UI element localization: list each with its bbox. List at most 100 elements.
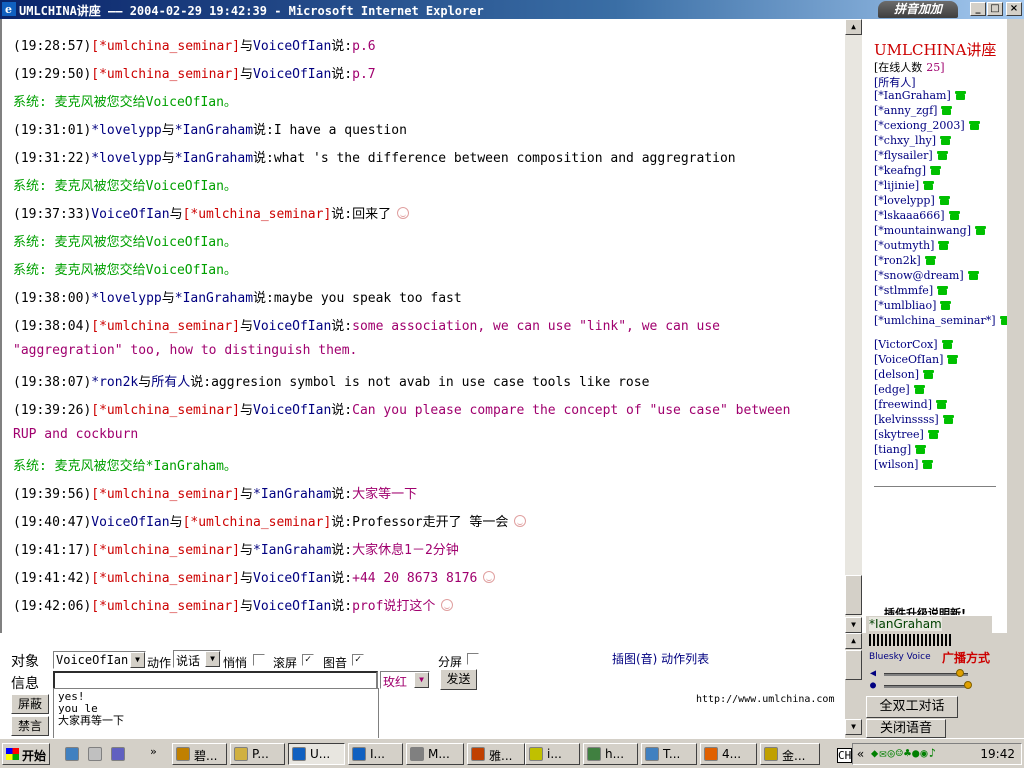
guest-item[interactable]: [kelvinssss] [874, 413, 1007, 428]
user-item[interactable]: [*ron2k] [874, 254, 1007, 269]
full-duplex-button[interactable]: 全双工对话 [866, 696, 958, 718]
mute-button[interactable]: 禁言 [11, 716, 49, 736]
message-sender[interactable]: [*umlchina_seminar] [91, 543, 240, 558]
guest-item[interactable]: [skytree] [874, 428, 1007, 443]
message-recipient[interactable]: [*umlchina_seminar] [183, 515, 332, 530]
scroll-checkbox[interactable]: ✓ [302, 654, 314, 666]
message-sender[interactable]: [*umlchina_seminar] [91, 39, 240, 54]
user-item[interactable]: [*umlchina_seminar*] [874, 314, 1007, 329]
tray-chevron-icon[interactable]: « [857, 747, 864, 761]
taskbar-button[interactable]: i... [525, 743, 580, 765]
block-button[interactable]: 屏蔽 [11, 694, 49, 714]
message-sender[interactable]: [*umlchina_seminar] [91, 67, 240, 82]
maximize-button[interactable]: □ [987, 2, 1003, 16]
history-item[interactable]: yes! [58, 691, 374, 703]
guest-item[interactable]: [tiang] [874, 443, 1007, 458]
site-url[interactable]: http://www.umlchina.com [696, 694, 834, 705]
message-sender[interactable]: *lovelypp [91, 123, 161, 138]
action-select[interactable]: 说话 ▼ [173, 650, 221, 668]
message-sender[interactable]: *lovelypp [91, 151, 161, 166]
scroll-down-icon[interactable]: ▼ [845, 617, 862, 633]
scroll-thumb[interactable] [845, 575, 862, 615]
user-item[interactable]: [*lijinie] [874, 179, 1007, 194]
guest-item[interactable]: [edge] [874, 383, 1007, 398]
close-button[interactable]: × [1006, 2, 1022, 16]
taskbar-button[interactable]: 4... [700, 743, 757, 765]
ie-quicklaunch-icon[interactable] [65, 747, 79, 761]
message-recipient[interactable]: 所有人 [151, 375, 190, 390]
message-sender[interactable]: [*umlchina_seminar] [91, 319, 240, 334]
user-item[interactable]: [*flysailer] [874, 149, 1007, 164]
message-sender[interactable]: [*umlchina_seminar] [91, 487, 240, 502]
message-recipient[interactable]: VoiceOfIan [253, 571, 331, 586]
user-item[interactable]: [*stlmmfe] [874, 284, 1007, 299]
message-recipient[interactable]: VoiceOfIan [253, 67, 331, 82]
chat-log[interactable]: (19:28:57)[*umlchina_seminar]与VoiceOfIan… [0, 19, 845, 633]
whisper-checkbox[interactable] [253, 654, 265, 666]
split-checkbox[interactable] [467, 653, 479, 665]
message-sender[interactable]: VoiceOfIan [91, 515, 169, 530]
user-item[interactable]: [*IanGraham] [874, 89, 1007, 104]
message-recipient[interactable]: VoiceOfIan [253, 39, 331, 54]
scroll-up-icon[interactable]: ▲ [845, 633, 862, 649]
scroll-down-icon[interactable]: ▼ [845, 719, 862, 735]
target-select[interactable]: VoiceOfIan ▼ [53, 651, 146, 669]
image-checkbox[interactable]: ✓ [352, 654, 364, 666]
taskbar-button[interactable]: 金... [760, 743, 820, 765]
message-recipient[interactable]: *IanGraham [253, 543, 331, 558]
ime-badge[interactable]: 拼音加加 [878, 1, 958, 18]
user-item[interactable]: [*chxy_lhy] [874, 134, 1007, 149]
message-recipient[interactable]: VoiceOfIan [253, 599, 331, 614]
user-item[interactable]: [*mountainwang] [874, 224, 1007, 239]
message-sender[interactable]: *lovelypp [91, 291, 161, 306]
user-item[interactable]: [*lovelypp] [874, 194, 1007, 209]
user-item[interactable]: [*lskaaa666] [874, 209, 1007, 224]
user-item[interactable]: [*umlbliao] [874, 299, 1007, 314]
desktop-quicklaunch-icon[interactable] [88, 747, 102, 761]
minimize-button[interactable]: _ [970, 2, 986, 16]
history-item[interactable]: 大家再等一下 [58, 715, 374, 727]
message-recipient[interactable]: *IanGraham [175, 291, 253, 306]
scroll-up-icon[interactable]: ▲ [845, 19, 862, 35]
message-sender[interactable]: [*umlchina_seminar] [91, 571, 240, 586]
user-item[interactable]: [*anny_zgf] [874, 104, 1007, 119]
message-sender[interactable]: *ron2k [91, 375, 138, 390]
message-recipient[interactable]: *IanGraham [175, 123, 253, 138]
guest-item[interactable]: [wilson] [874, 458, 1007, 473]
mic-volume-slider[interactable] [884, 685, 968, 688]
taskbar-button[interactable]: M... [406, 743, 464, 765]
plugin-notice-link[interactable]: 插件升级说明新! [884, 605, 966, 615]
taskbar-button[interactable]: 雅... [467, 743, 525, 765]
taskbar-button[interactable]: P... [230, 743, 285, 765]
mic-volume-knob[interactable] [964, 681, 972, 689]
taskbar-button[interactable]: I... [348, 743, 403, 765]
close-voice-button[interactable]: 关闭语音 [866, 719, 946, 738]
message-history[interactable]: yes! you le 大家再等一下 [53, 688, 379, 742]
taskbar-button[interactable]: 碧... [172, 743, 227, 765]
color-select[interactable]: 玫红 ▼ [380, 671, 430, 689]
user-item[interactable]: [*keafng] [874, 164, 1007, 179]
taskbar-button[interactable]: T... [641, 743, 697, 765]
tray-icons[interactable]: ◆✉◎☺♣●◉♪ [871, 746, 937, 760]
guest-item[interactable]: [freewind] [874, 398, 1007, 413]
message-recipient[interactable]: *IanGraham [175, 151, 253, 166]
message-recipient[interactable]: [*umlchina_seminar] [183, 207, 332, 222]
speaker-volume-knob[interactable] [956, 669, 964, 677]
send-button[interactable]: 发送 [440, 669, 477, 690]
guest-item[interactable]: [VoiceOfIan] [874, 353, 1007, 368]
message-recipient[interactable]: VoiceOfIan [253, 319, 331, 334]
input-scrollbar[interactable]: ▲ ▼ [845, 633, 862, 738]
insert-links[interactable]: 插图(音) 动作列表 [612, 650, 709, 667]
guest-item[interactable]: [delson] [874, 368, 1007, 383]
taskbar-button[interactable]: U... [288, 743, 345, 765]
message-recipient[interactable]: *IanGraham [253, 487, 331, 502]
taskbar-button[interactable]: h... [583, 743, 638, 765]
message-sender[interactable]: [*umlchina_seminar] [91, 599, 240, 614]
user-item[interactable]: [*cexiong_2003] [874, 119, 1007, 134]
user-item[interactable]: [*snow@dream] [874, 269, 1007, 284]
lang-indicator[interactable]: CH [837, 748, 853, 763]
message-recipient[interactable]: VoiceOfIan [253, 403, 331, 418]
user-item-all[interactable]: [所有人] [874, 74, 1007, 89]
message-sender[interactable]: [*umlchina_seminar] [91, 403, 240, 418]
media-quicklaunch-icon[interactable] [111, 747, 125, 761]
